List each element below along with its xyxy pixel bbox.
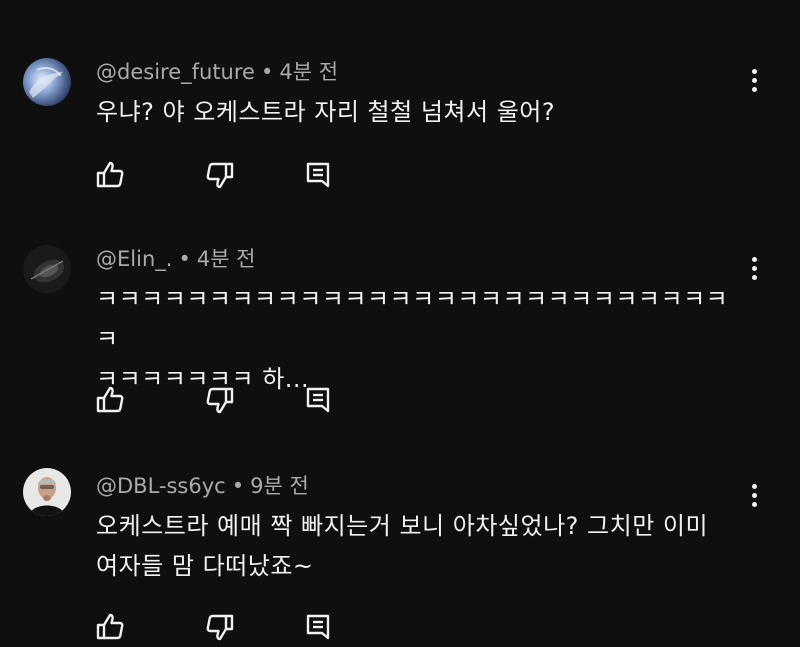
thumbs-up-icon[interactable] — [94, 159, 126, 191]
comment-text: 오케스트라 예매 짝 빠지는거 보니 아차싶었나? 그치만 이미 여자들 맘 다… — [96, 512, 709, 580]
comment-text: ㅋㅋㅋㅋㅋㅋㅋㅋㅋㅋㅋㅋㅋㅋㅋㅋㅋㅋㅋㅋㅋㅋㅋㅋㅋㅋㅋㅋㅋ ㅋㅋㅋㅋㅋㅋㅋ 하.… — [96, 285, 729, 393]
thumbs-up-icon[interactable] — [94, 611, 126, 643]
more-vert-icon[interactable] — [743, 62, 765, 98]
thumbs-down-icon[interactable] — [204, 611, 236, 643]
more-vert-icon[interactable] — [743, 250, 765, 286]
comment-time[interactable]: 9분 전 — [250, 474, 309, 498]
comment-meta: @desire_future • 4분 전 — [96, 58, 338, 86]
thumbs-up-icon[interactable] — [94, 384, 126, 416]
thumbs-down-icon[interactable] — [204, 159, 236, 191]
reply-icon[interactable] — [302, 159, 334, 191]
meta-separator: • — [231, 474, 245, 498]
avatar[interactable] — [23, 58, 71, 106]
comment-author[interactable]: @DBL-ss6yc — [96, 474, 226, 498]
comment-meta: @Elin_. • 4분 전 — [96, 245, 256, 273]
comment-author[interactable]: @Elin_. — [96, 247, 172, 271]
meta-separator: • — [178, 247, 191, 271]
comment-time[interactable]: 4분 전 — [197, 247, 256, 271]
comment-author[interactable]: @desire_future — [96, 60, 255, 84]
more-vert-icon[interactable] — [743, 477, 765, 513]
comment-time[interactable]: 4분 전 — [279, 60, 338, 84]
meta-separator: • — [260, 60, 274, 84]
reply-icon[interactable] — [302, 611, 334, 643]
avatar[interactable] — [23, 468, 71, 516]
avatar[interactable] — [23, 245, 71, 293]
comment-text: 우냐? 야 오케스트라 자리 철철 넘쳐서 울어? — [96, 98, 556, 126]
thumbs-down-icon[interactable] — [204, 384, 236, 416]
reply-icon[interactable] — [302, 384, 334, 416]
comment-meta: @DBL-ss6yc • 9분 전 — [96, 472, 309, 500]
